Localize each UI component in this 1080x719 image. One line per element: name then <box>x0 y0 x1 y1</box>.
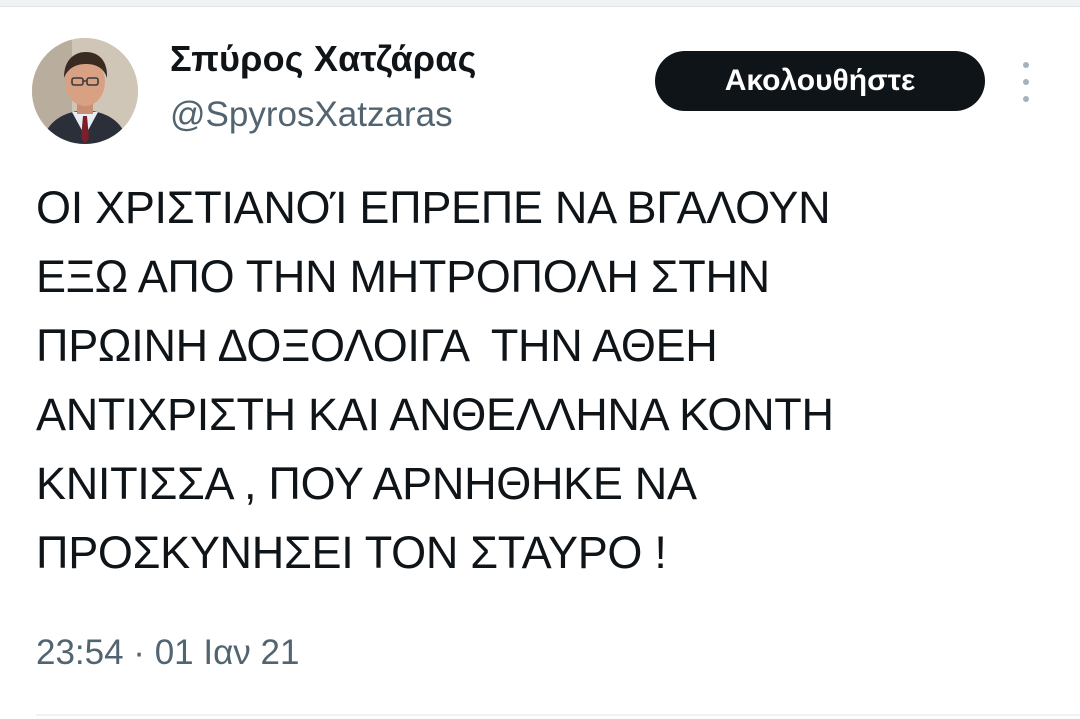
dot <box>1023 96 1029 102</box>
dot <box>1023 62 1029 68</box>
follow-button[interactable]: Ακολουθήστε <box>655 51 985 111</box>
tweet-text: ΟΙ ΧΡΙΣΤΙΑΝΟΊ ΕΠΡΕΠΕ ΝΑ ΒΓΑΛΟΥΝ ΕΞΩ ΑΠΟ Τ… <box>36 173 1056 587</box>
display-name[interactable]: Σπύρος Χατζάρας <box>170 38 477 80</box>
tweet-timestamp[interactable]: 23:54 · 01 Ιαν 21 <box>36 633 299 673</box>
more-options-icon[interactable] <box>1014 62 1038 102</box>
dot <box>1023 79 1029 85</box>
tweet-line: ΑΝΤΙΧΡΙΣΤΗ ΚΑΙ ΑΝΘΕΛΛΗΝΑ ΚΟΝΤΗ <box>36 389 834 440</box>
tweet-line: ΚΝΙΤΙΣΣΑ , ΠΟΥ ΑΡΝΗΘΗΚΕ ΝΑ <box>36 458 697 509</box>
avatar[interactable] <box>32 38 138 144</box>
profile-photo-icon <box>32 38 138 144</box>
bottom-divider <box>36 714 1080 716</box>
tweet-line: ΟΙ ΧΡΙΣΤΙΑΝΟΊ ΕΠΡΕΠΕ ΝΑ ΒΓΑΛΟΥΝ <box>36 182 831 233</box>
tweet-line: ΕΞΩ ΑΠΟ ΤΗΝ ΜΗΤΡΟΠΟΛΗ ΣΤΗΝ <box>36 251 770 302</box>
tweet-line: ΠΡΟΣΚΥΝΗΣΕΙ ΤΟΝ ΣΤΑΥΡΟ ! <box>36 527 667 578</box>
user-handle[interactable]: @SpyrosXatzaras <box>170 95 453 135</box>
tweet-line: ΠΡΩΙΝΗ ΔΟΞΟΛΟΙΓΑ ΤΗΝ ΑΘΕΗ <box>36 320 718 371</box>
top-divider <box>0 0 1080 7</box>
